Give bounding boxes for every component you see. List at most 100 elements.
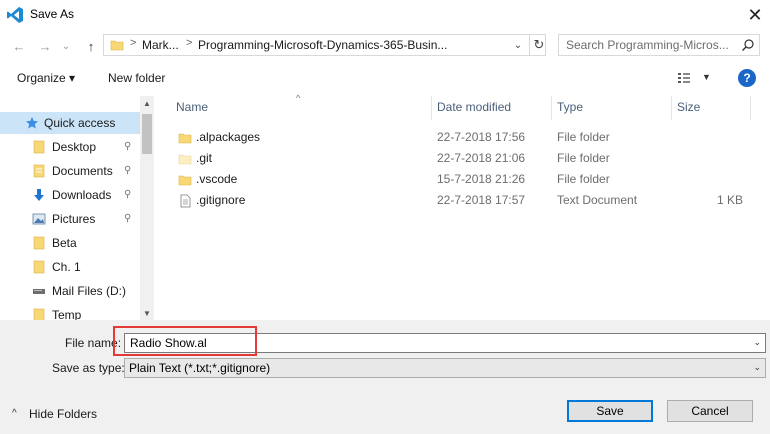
forward-button[interactable]: →	[34, 36, 56, 56]
title-bar: Save As ✕	[0, 0, 770, 30]
chevron-down-icon: ⌄	[61, 40, 71, 52]
column-header-size[interactable]: Size	[677, 100, 700, 114]
drive-icon	[33, 289, 45, 294]
download-icon	[34, 189, 44, 201]
folder-icon	[33, 260, 45, 274]
folder-hidden-icon	[178, 154, 192, 165]
search-placeholder: Search Programming-Micros...	[566, 38, 729, 52]
sidebar-item-label: Pictures	[52, 212, 96, 226]
chevron-down-icon[interactable]: ⌄	[753, 337, 761, 348]
file-row[interactable]: .git 22-7-2018 21:06 File folder	[170, 148, 762, 169]
column-divider[interactable]	[431, 96, 432, 120]
pictures-icon	[32, 213, 46, 225]
sidebar-item-label: Mail Files (D:)	[52, 284, 126, 298]
pin-icon: ⚲	[124, 141, 132, 152]
view-dropdown-icon[interactable]: ▼	[702, 72, 711, 82]
column-header-date[interactable]: Date modified	[437, 100, 511, 114]
sort-ascending-icon: ^	[296, 93, 301, 103]
navigation-scrollbar[interactable]: ▲ ▼	[140, 96, 154, 320]
sidebar-item-pictures[interactable]: Pictures ⚲	[0, 208, 140, 230]
text-file-icon	[180, 194, 191, 208]
breadcrumb-separator: >	[130, 37, 137, 49]
window-title: Save As	[30, 7, 75, 21]
sidebar-item-label: Ch. 1	[52, 260, 81, 274]
recent-locations-button[interactable]: ⌄	[58, 36, 74, 56]
sidebar-item-documents[interactable]: Documents ⚲	[0, 160, 140, 182]
scrollbar-thumb[interactable]	[142, 114, 152, 154]
back-button[interactable]: ←	[8, 36, 30, 56]
file-type: Text Document	[557, 193, 638, 207]
scroll-up-icon[interactable]: ▲	[140, 96, 154, 110]
cancel-button[interactable]: Cancel	[667, 400, 753, 422]
folder-icon	[33, 236, 45, 250]
file-date: 22-7-2018 21:06	[437, 151, 526, 165]
documents-icon	[33, 164, 45, 178]
file-name: .vscode	[196, 172, 238, 186]
breadcrumb-item[interactable]: Mark...	[142, 38, 179, 52]
save-as-type-label: Save as type:	[52, 361, 125, 375]
file-type: File folder	[557, 172, 610, 186]
view-options-icon[interactable]	[677, 71, 691, 85]
search-input[interactable]: Search Programming-Micros...	[558, 34, 760, 56]
file-row[interactable]: .vscode 15-7-2018 21:26 File folder	[170, 169, 762, 190]
sidebar-item-desktop[interactable]: Desktop ⚲	[0, 136, 140, 158]
sidebar-item-label: Beta	[52, 236, 77, 250]
file-row[interactable]: .alpackages 22-7-2018 17:56 File folder	[170, 127, 762, 148]
file-date: 22-7-2018 17:56	[437, 130, 526, 144]
sidebar-item-mail-files[interactable]: Mail Files (D:)	[0, 280, 140, 302]
breadcrumb-item[interactable]: Programming-Microsoft-Dynamics-365-Busin…	[198, 38, 447, 52]
column-divider[interactable]	[551, 96, 552, 120]
file-name: .git	[196, 151, 213, 165]
back-arrow-icon: ←	[12, 38, 26, 54]
file-row[interactable]: .gitignore 22-7-2018 17:57 Text Document…	[170, 190, 762, 211]
highlight-annotation	[113, 326, 257, 356]
breadcrumb-separator: >	[186, 37, 193, 49]
column-header-name[interactable]: Name	[176, 100, 208, 114]
file-type: File folder	[557, 130, 610, 144]
file-name: .gitignore	[196, 193, 246, 207]
sidebar-item-label: Desktop	[52, 140, 97, 154]
save-as-type-select[interactable]: Plain Text (*.txt;*.gitignore) ⌄	[124, 358, 766, 378]
sidebar-item-downloads[interactable]: Downloads ⚲	[0, 184, 140, 206]
save-as-type-value: Plain Text (*.txt;*.gitignore)	[129, 361, 271, 375]
pin-icon: ⚲	[124, 213, 132, 224]
file-name: .alpackages	[196, 130, 261, 144]
file-type: File folder	[557, 151, 610, 165]
sidebar-item-beta[interactable]: Beta	[0, 232, 140, 254]
chevron-down-icon: ⌄	[513, 39, 523, 51]
up-button[interactable]: ↑	[80, 36, 102, 56]
navigation-pane: Quick access Desktop ⚲ Documents ⚲ Downl…	[0, 96, 154, 322]
chevron-down-icon: ⌄	[753, 362, 761, 372]
vscode-app-icon	[7, 7, 23, 23]
file-date: 15-7-2018 21:26	[437, 172, 526, 186]
close-button[interactable]: ✕	[740, 0, 770, 30]
file-size: 1 KB	[716, 193, 743, 207]
hide-folders-button[interactable]: Hide Folders	[29, 407, 97, 421]
forward-arrow-icon: →	[38, 38, 52, 54]
refresh-button[interactable]: ↻	[529, 35, 548, 55]
folder-icon	[33, 140, 45, 154]
sidebar-item-label: Documents	[52, 164, 113, 178]
refresh-icon: ↻	[533, 37, 545, 52]
column-divider[interactable]	[750, 96, 751, 120]
search-icon	[742, 39, 754, 51]
file-date: 22-7-2018 17:57	[437, 193, 526, 207]
folder-icon	[178, 175, 192, 186]
save-button[interactable]: Save	[567, 400, 653, 422]
sidebar-item-label: Quick access	[44, 116, 116, 130]
address-dropdown-button[interactable]: ⌄	[509, 35, 527, 55]
column-header-type[interactable]: Type	[557, 100, 583, 114]
pin-icon: ⚲	[124, 189, 132, 200]
help-button[interactable]: ?	[738, 69, 756, 87]
sidebar-item-quick-access[interactable]: Quick access	[0, 112, 140, 134]
address-bar[interactable]: > Mark... > Programming-Microsoft-Dynami…	[103, 34, 546, 56]
pin-icon: ⚲	[124, 165, 132, 176]
chevron-up-icon[interactable]: ^	[12, 408, 17, 419]
scroll-down-icon[interactable]: ▼	[140, 306, 154, 320]
sidebar-item-ch-1[interactable]: Ch. 1	[0, 256, 140, 278]
column-divider[interactable]	[671, 96, 672, 120]
organize-button[interactable]: Organize ▾	[17, 71, 75, 85]
new-folder-button[interactable]: New folder	[108, 71, 165, 85]
close-icon: ✕	[747, 4, 763, 25]
folder-icon	[178, 133, 192, 144]
